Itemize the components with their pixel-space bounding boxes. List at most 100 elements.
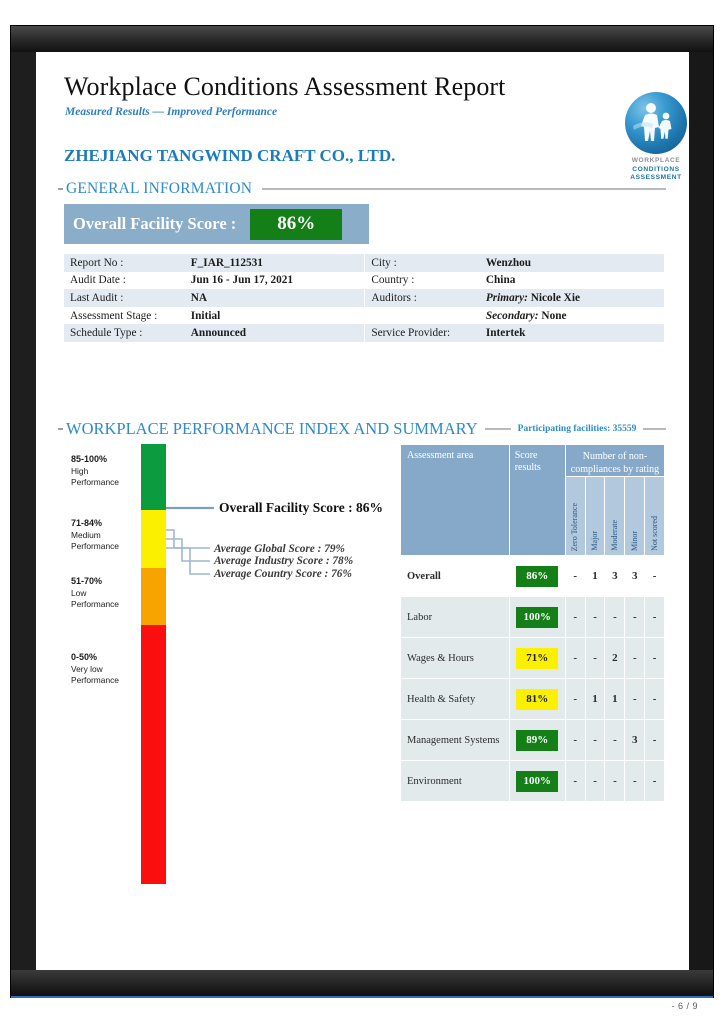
column-header-non-compliances: Number of non-compliances by rating xyxy=(564,444,666,477)
table-row: Management Systems 89% - - - 3 - xyxy=(400,719,665,761)
primary-auditor-name: Nicole Xie xyxy=(530,291,580,304)
row-area-environment: Environment xyxy=(400,760,510,802)
field-label-audit-date: Audit Date : xyxy=(64,271,185,290)
cell-moderate: 3 xyxy=(604,555,626,597)
row-area-wages-hours: Wages & Hours xyxy=(400,637,510,679)
table-row: Assessment Stage : Initial Secondary: No… xyxy=(64,306,664,325)
row-area-management-systems: Management Systems xyxy=(400,719,510,761)
score-chip: 100% xyxy=(516,606,559,628)
field-value-report-no: F_IAR_112531 xyxy=(184,254,365,272)
row-score-labor: 100% xyxy=(508,596,566,638)
column-header-zero-tolerance: Zero Tolerance xyxy=(564,476,586,556)
cell-minor: - xyxy=(624,596,646,638)
logo-line-1: WORKPLACE xyxy=(631,157,681,164)
average-country-score: Average Country Score : 76% xyxy=(214,568,352,580)
cell-not-scored: - xyxy=(644,596,665,638)
table-row: Overall 86% - 1 3 3 - xyxy=(400,555,665,597)
column-header-minor: Minor xyxy=(624,476,646,556)
band-name-line1: Very low xyxy=(71,663,103,674)
overall-score-callout: Overall Facility Score : 86% xyxy=(219,500,383,515)
column-header-not-scored: Not scored xyxy=(644,476,665,556)
field-value-city: Wenzhou xyxy=(479,254,664,272)
column-header-score-results: Score results xyxy=(508,444,566,556)
section-title: WORKPLACE PERFORMANCE INDEX AND SUMMARY xyxy=(66,419,478,438)
heading-bullet-icon xyxy=(58,428,63,430)
field-value-country: China xyxy=(479,271,664,290)
column-header-major: Major xyxy=(584,476,606,556)
overall-score-value: 86% xyxy=(277,213,316,234)
table-row: Last Audit : NA Auditors : Primary: Nico… xyxy=(64,289,664,307)
secondary-auditor-name: None xyxy=(541,309,567,322)
gauge-segment-very-low xyxy=(141,625,166,884)
score-chip: 81% xyxy=(516,688,559,710)
cell-minor: - xyxy=(624,760,646,802)
cell-zero-tolerance: - xyxy=(564,678,586,720)
column-header-assessment-area: Assessment area xyxy=(400,444,510,556)
cell-zero-tolerance: - xyxy=(564,760,586,802)
participating-facilities-count: Participating facilities: 35559 xyxy=(517,424,637,434)
cell-moderate: - xyxy=(604,596,626,638)
page-title: Workplace Conditions Assessment Report xyxy=(64,72,506,101)
field-label-empty xyxy=(364,306,480,325)
overall-score-label: Overall Facility Score : xyxy=(73,214,237,233)
band-range: 0-50% xyxy=(71,652,98,662)
field-value-assessment-stage: Initial xyxy=(184,306,365,325)
field-label-report-no: Report No : xyxy=(64,254,185,272)
cell-moderate: 2 xyxy=(604,637,626,679)
score-chip: 100% xyxy=(516,770,559,792)
cell-not-scored: - xyxy=(644,760,665,802)
field-label-assessment-stage: Assessment Stage : xyxy=(64,306,185,325)
viewer-bottom-rule xyxy=(11,996,713,998)
heading-rule-left xyxy=(484,428,511,430)
average-industry-score: Average Industry Score : 78% xyxy=(214,555,354,567)
band-name-line2: Performance xyxy=(71,675,119,685)
heading-bullet-icon xyxy=(58,188,63,190)
general-information-table: Report No : F_IAR_112531 City : Wenzhou … xyxy=(64,254,664,342)
cell-moderate: - xyxy=(604,760,626,802)
field-label-country: Country : xyxy=(364,271,480,290)
score-chip: 71% xyxy=(516,647,559,669)
table-row: Health & Safety 81% - 1 1 - - xyxy=(400,678,665,720)
row-score-wages-hours: 71% xyxy=(508,637,566,679)
score-chip: 89% xyxy=(516,729,559,751)
table-row: Environment 100% - - - - - xyxy=(400,760,665,802)
field-label-schedule-type: Schedule Type : xyxy=(64,324,185,342)
assessment-summary-table: Assessment area Score results Number of … xyxy=(400,444,666,802)
cell-minor: 3 xyxy=(624,719,646,761)
report-page: Workplace Conditions Assessment Report M… xyxy=(36,52,689,970)
cell-minor: - xyxy=(624,678,646,720)
field-label-service-provider: Service Provider: xyxy=(364,324,480,342)
field-value-service-provider: Intertek xyxy=(479,324,664,342)
cell-major: 1 xyxy=(584,555,606,597)
average-global-score: Average Global Score : 79% xyxy=(214,543,345,555)
column-header-moderate: Moderate xyxy=(604,476,626,556)
field-value-primary-auditor: Primary: Nicole Xie xyxy=(479,289,664,307)
rotated-label: Minor xyxy=(629,531,639,551)
row-area-labor: Labor xyxy=(400,596,510,638)
page-number-indicator: - 6 / 9 xyxy=(671,1001,698,1011)
field-value-secondary-auditor: Secondary: None xyxy=(479,306,664,325)
globe-icon xyxy=(625,92,687,154)
overall-score-badge: 86% xyxy=(250,208,343,240)
heading-rule-right xyxy=(643,428,666,430)
table-row: Report No : F_IAR_112531 City : Wenzhou xyxy=(64,254,664,272)
rotated-label: Major xyxy=(590,531,600,551)
wca-logo: WORKPLACE CONDITIONS ASSESSMENT xyxy=(620,92,689,183)
table-row: Wages & Hours 71% - - 2 - - xyxy=(400,637,665,679)
document-frame: Workplace Conditions Assessment Report M… xyxy=(11,26,713,997)
overall-facility-score-banner: Overall Facility Score : 86% xyxy=(64,204,369,244)
heading-rule xyxy=(262,188,666,190)
secondary-auditor-label: Secondary: xyxy=(485,309,539,322)
primary-auditor-label: Primary: xyxy=(485,291,528,304)
field-label-last-audit: Last Audit : xyxy=(64,289,185,307)
rotated-label: Not scored xyxy=(649,516,659,551)
row-score-environment: 100% xyxy=(508,760,566,802)
band-label-very-low: 0-50% Very low Performance xyxy=(71,652,141,687)
rotated-label: Moderate xyxy=(609,520,619,551)
score-chip: 86% xyxy=(516,565,559,587)
cell-major: - xyxy=(584,719,606,761)
logo-wordmark: WORKPLACE CONDITIONS ASSESSMENT xyxy=(620,157,689,183)
field-label-auditors: Auditors : xyxy=(364,289,480,307)
document-viewer: Workplace Conditions Assessment Report M… xyxy=(0,0,724,1024)
cell-zero-tolerance: - xyxy=(564,719,586,761)
